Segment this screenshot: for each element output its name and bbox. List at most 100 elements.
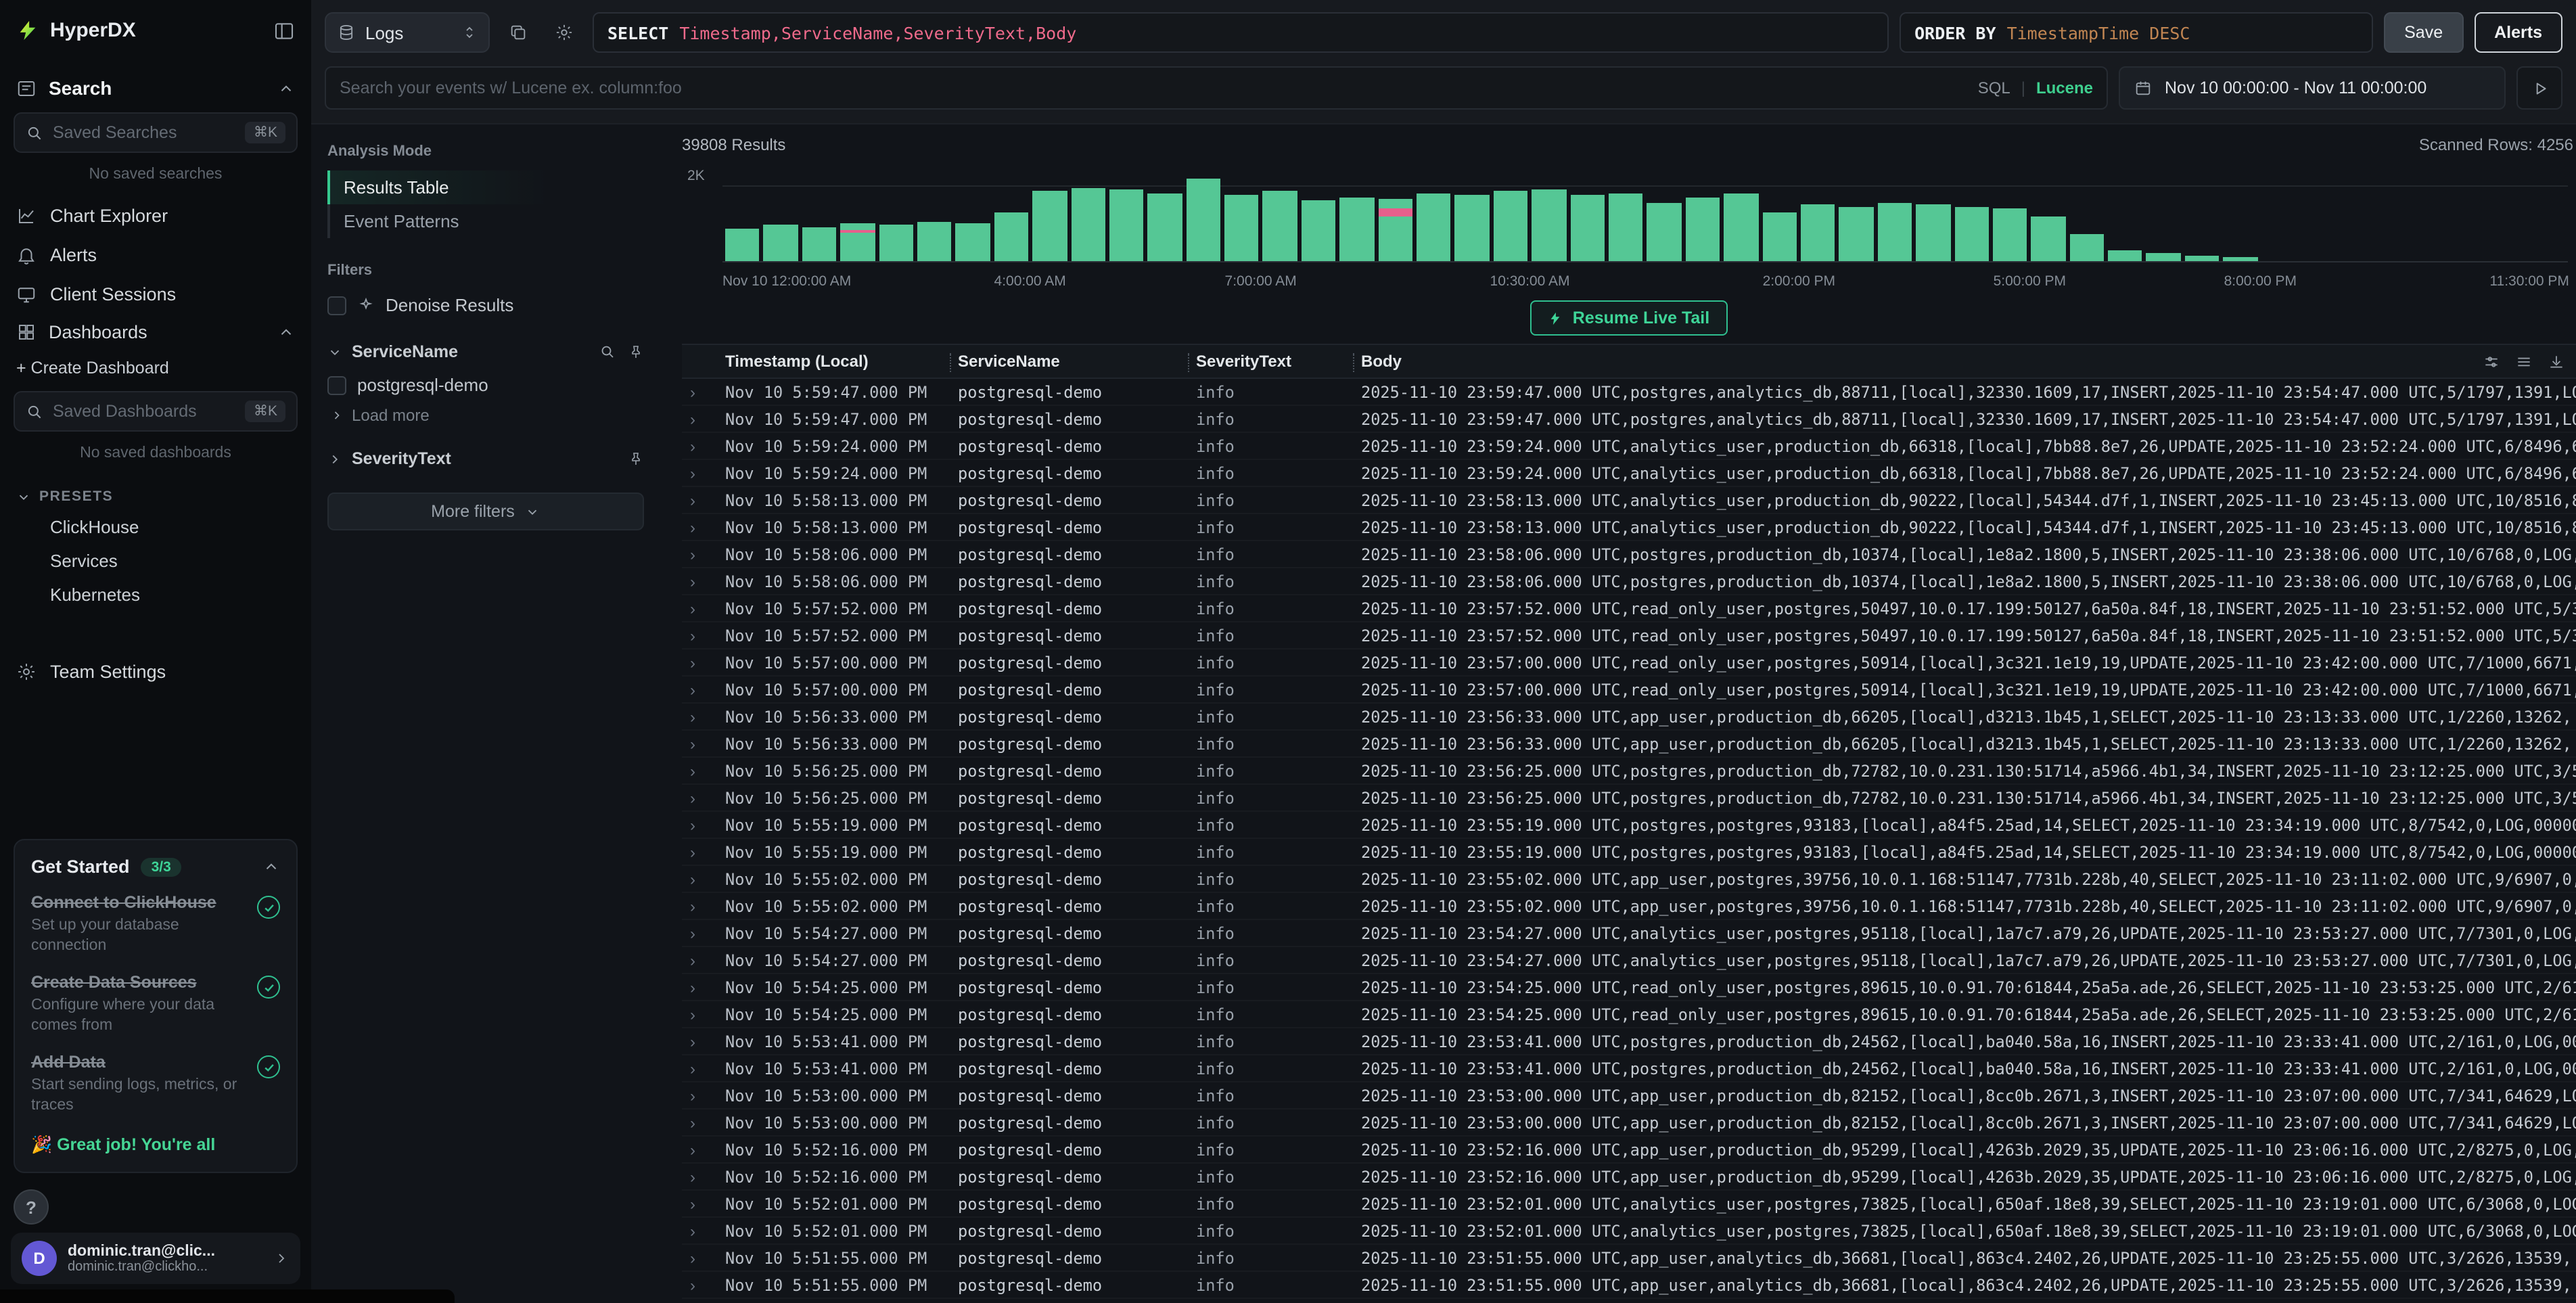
table-row[interactable]: ›Nov 10 5:56:33.000 PMpostgresql-demoinf…: [682, 731, 2576, 758]
sidebar-item-alerts[interactable]: Alerts: [14, 235, 298, 275]
denoise-results-toggle[interactable]: Denoise Results: [327, 290, 644, 321]
get-started-step[interactable]: Connect to ClickHouse Set up your databa…: [31, 894, 280, 957]
histogram-bar[interactable]: [1916, 204, 1950, 261]
histogram-bar[interactable]: [1263, 191, 1297, 261]
histogram-bar[interactable]: [2223, 257, 2257, 261]
alerts-button[interactable]: Alerts: [2474, 12, 2562, 53]
expand-row-icon[interactable]: ›: [682, 572, 717, 591]
histogram-bar[interactable]: [1686, 197, 1720, 261]
histogram-bar[interactable]: [2146, 253, 2181, 261]
expand-row-icon[interactable]: ›: [682, 1032, 717, 1051]
chevron-up-icon[interactable]: [262, 859, 280, 876]
expand-row-icon[interactable]: ›: [682, 896, 717, 915]
histogram-bar[interactable]: [1570, 195, 1605, 261]
table-row[interactable]: ›Nov 10 5:55:19.000 PMpostgresql-demoinf…: [682, 812, 2576, 839]
expand-row-icon[interactable]: ›: [682, 382, 717, 401]
table-row[interactable]: ›Nov 10 5:57:52.000 PMpostgresql-demoinf…: [682, 622, 2576, 649]
table-row[interactable]: ›Nov 10 5:53:00.000 PMpostgresql-demoinf…: [682, 1110, 2576, 1137]
source-settings-button[interactable]: [547, 15, 582, 50]
sidebar-item-chart-explorer[interactable]: Chart Explorer: [14, 196, 298, 235]
table-settings-icon[interactable]: [2483, 352, 2500, 370]
expand-row-icon[interactable]: ›: [682, 490, 717, 509]
table-row[interactable]: ›Nov 10 5:52:01.000 PMpostgresql-demoinf…: [682, 1191, 2576, 1218]
mode-results-table[interactable]: Results Table: [327, 170, 644, 204]
denoise-checkbox[interactable]: [327, 296, 346, 315]
event-search-box[interactable]: SQL | Lucene: [325, 66, 2108, 110]
table-row[interactable]: ›Nov 10 5:56:25.000 PMpostgresql-demoinf…: [682, 785, 2576, 812]
histogram-bar[interactable]: [994, 212, 1028, 261]
table-row[interactable]: ›Nov 10 5:56:25.000 PMpostgresql-demoinf…: [682, 758, 2576, 785]
expand-row-icon[interactable]: ›: [682, 1059, 717, 1078]
expand-row-icon[interactable]: ›: [682, 978, 717, 997]
table-row[interactable]: ›Nov 10 5:53:00.000 PMpostgresql-demoinf…: [682, 1082, 2576, 1110]
histogram-bar[interactable]: [1762, 212, 1797, 261]
expand-row-icon[interactable]: ›: [682, 1086, 717, 1105]
expand-row-icon[interactable]: ›: [682, 1275, 717, 1294]
table-row[interactable]: ›Nov 10 5:57:00.000 PMpostgresql-demoinf…: [682, 649, 2576, 677]
select-columns-input[interactable]: SELECT Timestamp,ServiceName,SeverityTex…: [593, 12, 1889, 53]
histogram-bar[interactable]: [1148, 193, 1182, 262]
preset-item[interactable]: Kubernetes: [14, 578, 298, 612]
expand-row-icon[interactable]: ›: [682, 1167, 717, 1186]
histogram-bar[interactable]: [1032, 191, 1067, 261]
histogram-bar[interactable]: [1609, 193, 1643, 262]
more-filters-button[interactable]: More filters: [327, 493, 644, 530]
chevron-up-icon[interactable]: [277, 79, 295, 97]
filter-option[interactable]: postgresql-demo: [327, 369, 644, 401]
histogram-bar[interactable]: [1109, 189, 1144, 261]
pin-icon[interactable]: [628, 344, 644, 360]
expand-row-icon[interactable]: ›: [682, 1113, 717, 1132]
table-row[interactable]: ›Nov 10 5:58:13.000 PMpostgresql-demoinf…: [682, 514, 2576, 541]
filter-group-servicename[interactable]: ServiceName: [327, 342, 644, 361]
user-menu[interactable]: D dominic.tran@clic... dominic.tran@clic…: [11, 1233, 300, 1284]
expand-row-icon[interactable]: ›: [682, 680, 717, 699]
table-row[interactable]: ›Nov 10 5:54:27.000 PMpostgresql-demoinf…: [682, 920, 2576, 947]
sidebar-item-dashboards[interactable]: Dashboards: [14, 314, 298, 350]
checkbox[interactable]: [327, 375, 346, 394]
histogram-bar[interactable]: [2108, 250, 2142, 261]
histogram-bar[interactable]: [1494, 191, 1528, 261]
row-density-icon[interactable]: [2515, 352, 2533, 370]
expand-row-icon[interactable]: ›: [682, 436, 717, 455]
column-resize-handle[interactable]: [1188, 353, 1189, 372]
histogram-bar[interactable]: [1839, 206, 1874, 261]
column-header-body[interactable]: Body: [1353, 352, 2576, 371]
mode-event-patterns[interactable]: Event Patterns: [327, 204, 644, 238]
table-row[interactable]: ›Nov 10 5:56:33.000 PMpostgresql-demoinf…: [682, 704, 2576, 731]
table-row[interactable]: ›Nov 10 5:54:25.000 PMpostgresql-demoinf…: [682, 974, 2576, 1001]
table-row[interactable]: ›Nov 10 5:58:13.000 PMpostgresql-demoinf…: [682, 487, 2576, 514]
expand-row-icon[interactable]: ›: [682, 842, 717, 861]
save-button[interactable]: Save: [2384, 12, 2463, 53]
table-row[interactable]: ›Nov 10 5:52:16.000 PMpostgresql-demoinf…: [682, 1164, 2576, 1191]
saved-searches-input[interactable]: Saved Searches ⌘K: [14, 112, 298, 153]
expand-row-icon[interactable]: ›: [682, 1005, 717, 1024]
histogram-bar[interactable]: [1647, 202, 1682, 261]
histogram-bar[interactable]: [1071, 187, 1105, 261]
column-header-servicename[interactable]: ServiceName: [950, 352, 1188, 371]
expand-row-icon[interactable]: ›: [682, 707, 717, 726]
histogram-bar[interactable]: [956, 223, 990, 261]
histogram-bar[interactable]: [1801, 204, 1835, 261]
expand-row-icon[interactable]: ›: [682, 815, 717, 834]
table-row[interactable]: ›Nov 10 5:55:02.000 PMpostgresql-demoinf…: [682, 893, 2576, 920]
collapse-sidebar-icon[interactable]: [273, 20, 295, 41]
table-row[interactable]: ›Nov 10 5:52:01.000 PMpostgresql-demoinf…: [682, 1218, 2576, 1245]
histogram-bar[interactable]: [1993, 208, 2027, 261]
expand-row-icon[interactable]: ›: [682, 1221, 717, 1240]
column-header-timestamp[interactable]: Timestamp (Local): [717, 352, 950, 371]
preset-item[interactable]: ClickHouse: [14, 510, 298, 544]
histogram-bar[interactable]: [1532, 189, 1566, 261]
search-icon[interactable]: [599, 344, 616, 360]
histogram-bar[interactable]: [879, 225, 913, 261]
table-row[interactable]: ›Nov 10 5:57:52.000 PMpostgresql-demoinf…: [682, 595, 2576, 622]
expand-row-icon[interactable]: ›: [682, 626, 717, 645]
get-started-step[interactable]: Create Data Sources Configure where your…: [31, 974, 280, 1037]
histogram-bar[interactable]: [802, 227, 837, 261]
table-row[interactable]: ›Nov 10 5:52:16.000 PMpostgresql-demoinf…: [682, 1137, 2576, 1164]
table-row[interactable]: ›Nov 10 5:54:27.000 PMpostgresql-demoinf…: [682, 947, 2576, 974]
table-row[interactable]: ›Nov 10 5:51:55.000 PMpostgresql-demoinf…: [682, 1245, 2576, 1272]
source-select[interactable]: Logs: [325, 12, 490, 53]
run-search-button[interactable]: [2516, 66, 2562, 110]
histogram-bar[interactable]: [725, 229, 760, 261]
expand-row-icon[interactable]: ›: [682, 788, 717, 807]
